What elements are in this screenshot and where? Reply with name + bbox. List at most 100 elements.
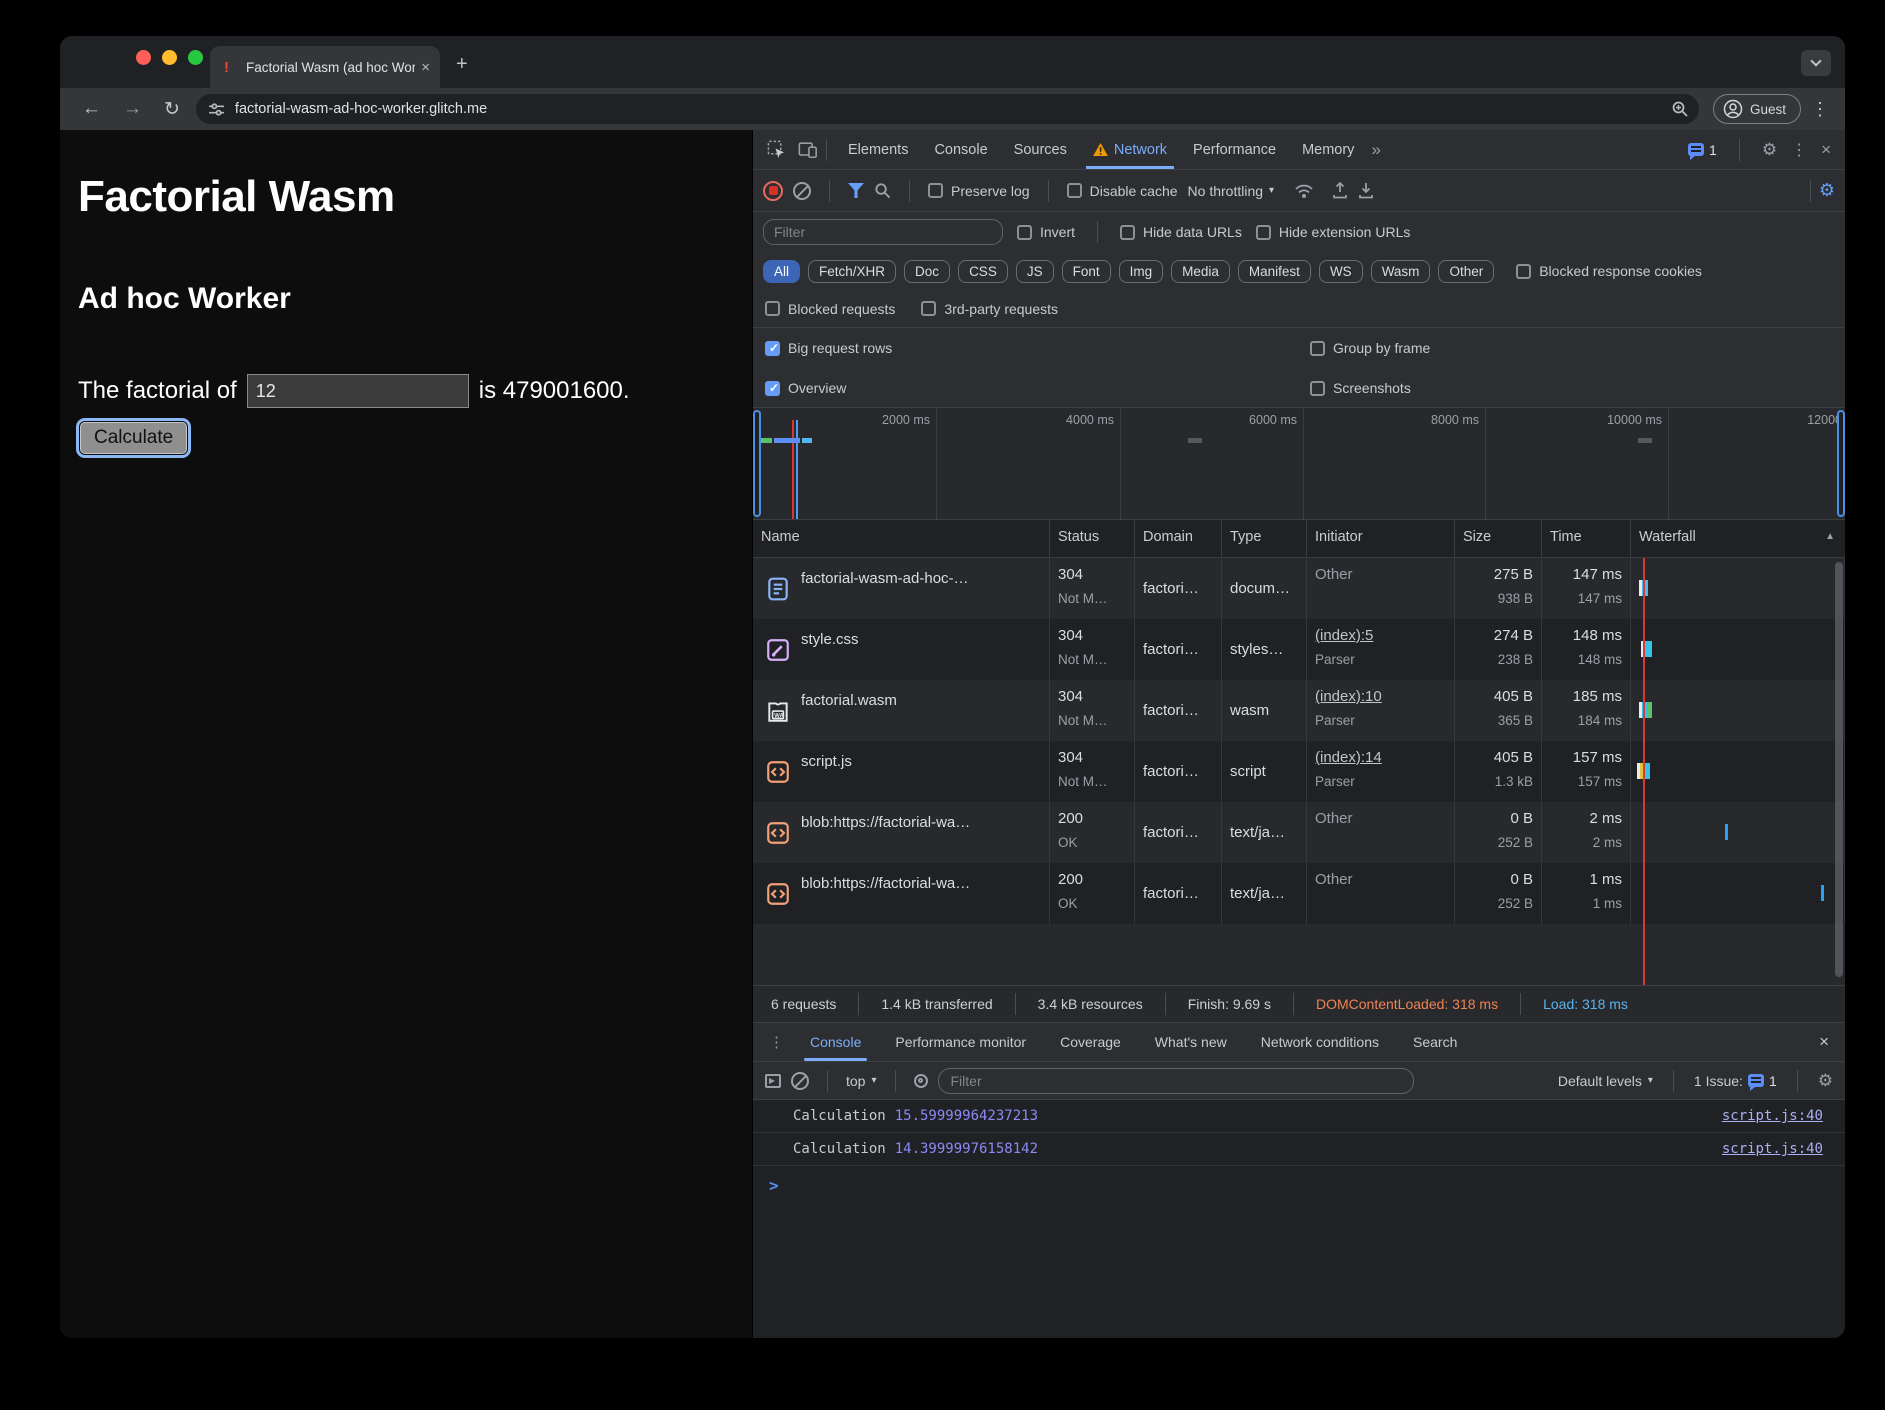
tab-network[interactable]: Network [1080,130,1180,169]
filter-chip-wasm[interactable]: Wasm [1371,260,1431,283]
drawer-tab-coverage[interactable]: Coverage [1044,1023,1137,1061]
filter-chip-other[interactable]: Other [1438,260,1494,283]
tab-elements[interactable]: Elements [835,130,921,169]
column-header-type[interactable]: Type [1222,520,1307,557]
column-header-initiator[interactable]: Initiator [1307,520,1455,557]
browser-menu-button[interactable]: ⋮ [1811,99,1829,120]
column-header-name[interactable]: Name [753,520,1050,557]
source-link[interactable]: script.js:40 [1722,1141,1823,1157]
address-bar[interactable]: factorial-wasm-ad-hoc-worker.glitch.me [196,94,1699,124]
initiator-link[interactable]: (index):10 [1315,688,1446,705]
tab-console[interactable]: Console [921,130,1000,169]
filter-chip-manifest[interactable]: Manifest [1238,260,1311,283]
column-header-waterfall[interactable]: Waterfall▲ [1631,520,1845,557]
close-window-button[interactable] [136,50,151,65]
record-button[interactable] [763,181,783,201]
network-conditions-icon[interactable] [1294,183,1314,199]
network-request-row[interactable]: factorial-wasm-ad-hoc-… 304Not M… factor… [753,558,1845,619]
console-filter-input[interactable] [938,1068,1414,1094]
device-toolbar-icon[interactable] [798,141,818,159]
tab-sources[interactable]: Sources [1001,130,1080,169]
drawer-tab-network-conditions[interactable]: Network conditions [1245,1023,1395,1061]
network-overview-timeline[interactable]: 2000 ms 4000 ms 6000 ms 8000 ms 10000 ms… [753,408,1845,520]
factorial-input[interactable] [247,374,469,408]
big-request-rows-checkbox[interactable]: Big request rows [765,340,1310,356]
disable-cache-checkbox[interactable]: Disable cache [1067,183,1178,199]
minimize-window-button[interactable] [162,50,177,65]
close-devtools-button[interactable]: × [1821,140,1831,160]
new-tab-button[interactable]: + [456,54,468,74]
site-settings-icon[interactable] [208,101,225,118]
source-link[interactable]: script.js:40 [1722,1108,1823,1124]
overview-left-handle[interactable] [753,410,761,517]
network-request-row[interactable]: WA factorial.wasm 304Not M… factori… was… [753,680,1845,741]
initiator-link[interactable]: (index):14 [1315,749,1446,766]
blocked-requests-checkbox[interactable]: Blocked requests [765,301,895,317]
profile-button[interactable]: Guest [1713,94,1801,124]
network-settings-gear-icon[interactable]: ⚙ [1819,180,1835,201]
table-scrollbar[interactable] [1835,562,1843,977]
throttling-dropdown[interactable]: No throttling▾ [1188,183,1275,199]
filter-chip-all[interactable]: All [763,260,800,283]
drawer-tab-search[interactable]: Search [1397,1023,1473,1061]
clear-network-log-icon[interactable] [793,182,811,200]
search-icon[interactable] [874,182,891,199]
filter-chip-js[interactable]: JS [1016,260,1054,283]
reload-button[interactable]: ↻ [164,98,180,121]
clear-console-icon[interactable] [791,1072,809,1090]
tab-memory[interactable]: Memory [1289,130,1367,169]
execution-context-dropdown[interactable]: top▾ [846,1073,877,1089]
log-levels-dropdown[interactable]: Default levels▾ [1558,1073,1653,1089]
tab-close-icon[interactable]: × [421,59,430,76]
browser-tab[interactable]: ! Factorial Wasm (ad hoc Work × [210,46,440,88]
back-button[interactable]: ← [82,98,101,120]
overview-checkbox[interactable]: Overview [765,380,1310,396]
import-har-icon[interactable] [1332,182,1348,199]
initiator-link[interactable]: (index):5 [1315,627,1446,644]
close-drawer-button[interactable]: × [1819,1032,1845,1052]
drawer-tab-performance-monitor[interactable]: Performance monitor [879,1023,1042,1061]
preserve-log-checkbox[interactable]: Preserve log [928,183,1030,199]
filter-chip-media[interactable]: Media [1171,260,1230,283]
invert-checkbox[interactable]: Invert [1017,224,1075,240]
filter-chip-css[interactable]: CSS [958,260,1008,283]
blocked-response-cookies-checkbox[interactable]: Blocked response cookies [1516,263,1702,279]
filter-chip-ws[interactable]: WS [1319,260,1363,283]
network-request-row[interactable]: style.css 304Not M… factori… styles… (in… [753,619,1845,680]
issues-counter[interactable]: 1 [1688,142,1717,158]
filter-chip-img[interactable]: Img [1119,260,1164,283]
group-by-frame-checkbox[interactable]: Group by frame [1310,340,1845,356]
third-party-requests-checkbox[interactable]: 3rd-party requests [921,301,1058,317]
hide-data-urls-checkbox[interactable]: Hide data URLs [1120,224,1242,240]
inspect-element-icon[interactable] [767,140,786,159]
filter-chip-doc[interactable]: Doc [904,260,950,283]
column-header-time[interactable]: Time [1542,520,1631,557]
calculate-button[interactable]: Calculate [80,422,187,454]
console-message[interactable]: Calculation 14.39999976158142 script.js:… [753,1133,1845,1166]
column-header-size[interactable]: Size [1455,520,1542,557]
filter-funnel-icon[interactable] [848,183,864,198]
console-message[interactable]: Calculation 15.59999964237213 script.js:… [753,1100,1845,1133]
maximize-window-button[interactable] [188,50,203,65]
filter-chip-font[interactable]: Font [1062,260,1111,283]
tab-search-button[interactable] [1801,50,1831,76]
network-request-row[interactable]: blob:https://factorial-wa… 200OK factori… [753,863,1845,924]
hide-extension-urls-checkbox[interactable]: Hide extension URLs [1256,224,1411,240]
console-settings-gear-icon[interactable]: ⚙ [1818,1071,1833,1091]
console-prompt[interactable]: > [753,1166,1845,1195]
devtools-menu-button[interactable]: ⋮ [1791,140,1807,160]
settings-gear-icon[interactable]: ⚙ [1762,140,1777,160]
export-har-icon[interactable] [1358,182,1374,199]
more-tabs-button[interactable]: » [1371,140,1380,160]
drawer-menu-button[interactable]: ⋮ [761,1033,792,1051]
forward-button[interactable]: → [123,98,142,120]
column-header-status[interactable]: Status [1050,520,1135,557]
console-issues-counter[interactable]: 1 Issue: 1 [1694,1073,1777,1089]
screenshots-checkbox[interactable]: Screenshots [1310,380,1845,396]
column-header-domain[interactable]: Domain [1135,520,1222,557]
tab-performance[interactable]: Performance [1180,130,1289,169]
live-expression-eye-icon[interactable] [914,1074,928,1088]
network-filter-input[interactable] [763,219,1003,245]
zoom-search-icon[interactable] [1671,100,1689,118]
network-request-row[interactable]: blob:https://factorial-wa… 200OK factori… [753,802,1845,863]
